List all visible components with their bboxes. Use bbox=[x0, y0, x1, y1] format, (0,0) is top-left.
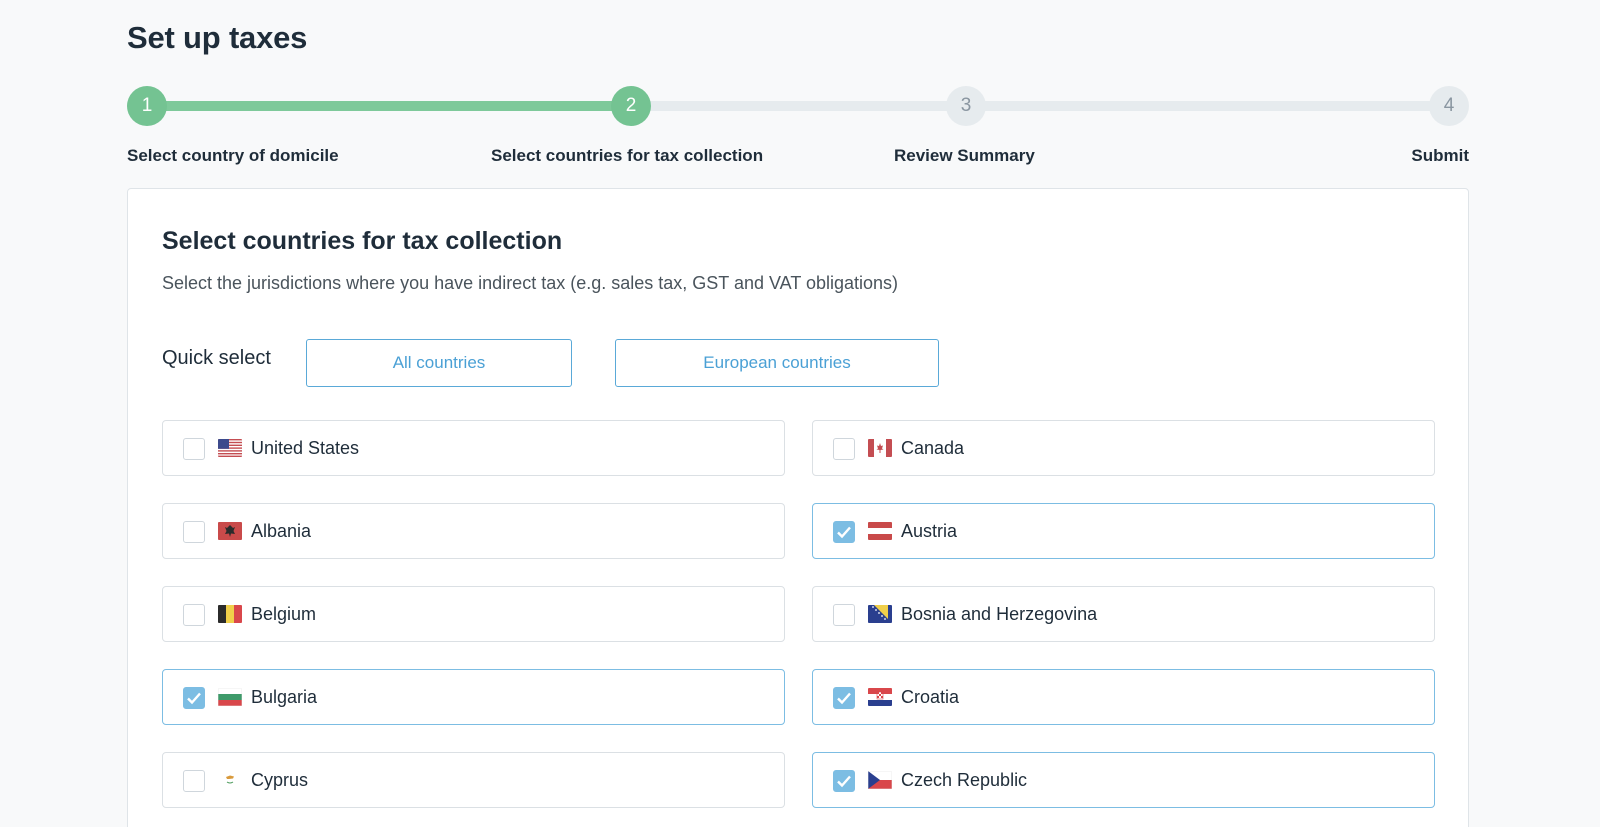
step-1-label: Select country of domicile bbox=[127, 146, 339, 165]
country-checkbox[interactable] bbox=[183, 438, 205, 460]
al-flag-icon bbox=[218, 522, 242, 540]
european-countries-button[interactable]: European countries bbox=[615, 339, 939, 387]
country-name: Albania bbox=[251, 521, 312, 541]
card-title: Select countries for tax collection bbox=[162, 227, 563, 255]
country-checkbox[interactable] bbox=[183, 521, 205, 543]
cz-flag-icon bbox=[868, 771, 892, 789]
step-1-circle[interactable]: 1 bbox=[127, 86, 167, 126]
country-option-albania[interactable]: Albania bbox=[162, 503, 785, 559]
bg-flag-icon bbox=[218, 688, 242, 706]
country-checkbox[interactable] bbox=[833, 604, 855, 626]
step-2-label: Select countries for tax collection bbox=[491, 146, 764, 165]
country-option-canada[interactable]: Canada bbox=[812, 420, 1435, 476]
country-name: Croatia bbox=[901, 687, 960, 707]
step-4-circle: 4 bbox=[1429, 86, 1469, 126]
country-option-austria[interactable]: Austria bbox=[812, 503, 1435, 559]
country-option-united-states[interactable]: United States bbox=[162, 420, 785, 476]
country-name: Belgium bbox=[251, 604, 317, 624]
country-checkbox[interactable] bbox=[183, 770, 205, 792]
be-flag-icon bbox=[218, 605, 242, 623]
all-countries-button[interactable]: All countries bbox=[306, 339, 572, 387]
ca-flag-icon bbox=[868, 439, 892, 457]
ba-flag-icon bbox=[868, 605, 892, 623]
country-name: Cyprus bbox=[251, 770, 309, 790]
country-checkbox[interactable] bbox=[833, 521, 855, 543]
country-name: Bulgaria bbox=[251, 687, 318, 707]
at-flag-icon bbox=[868, 522, 892, 540]
tax-collection-card: Select countries for tax collection Sele… bbox=[127, 188, 1469, 827]
country-option-cyprus[interactable]: Cyprus bbox=[162, 752, 785, 808]
tax-setup-page: Set up taxes 1 2 3 4 Select country of d… bbox=[0, 0, 1600, 827]
card-subtitle: Select the jurisdictions where you have … bbox=[162, 273, 899, 293]
hr-flag-icon bbox=[868, 688, 892, 706]
cy-flag-icon bbox=[218, 771, 242, 789]
country-checkbox[interactable] bbox=[833, 438, 855, 460]
step-2-circle[interactable]: 2 bbox=[611, 86, 651, 126]
us-flag-icon bbox=[218, 439, 242, 457]
country-name: Austria bbox=[901, 521, 958, 541]
country-name: Czech Republic bbox=[901, 770, 1028, 790]
country-name: Canada bbox=[901, 438, 965, 458]
country-option-croatia[interactable]: Croatia bbox=[812, 669, 1435, 725]
step-3-label: Review Summary bbox=[894, 146, 1035, 165]
country-checkbox[interactable] bbox=[833, 687, 855, 709]
country-option-belgium[interactable]: Belgium bbox=[162, 586, 785, 642]
progress-stepper: 1 2 3 4 Select country of domicile Selec… bbox=[127, 86, 1469, 166]
step-3-circle: 3 bbox=[946, 86, 986, 126]
country-checkbox[interactable] bbox=[183, 687, 205, 709]
page-title: Set up taxes bbox=[127, 20, 308, 55]
quick-select-label: Quick select bbox=[162, 347, 271, 369]
country-option-czech-republic[interactable]: Czech Republic bbox=[812, 752, 1435, 808]
country-option-bulgaria[interactable]: Bulgaria bbox=[162, 669, 785, 725]
country-name: United States bbox=[251, 438, 360, 458]
stepper-track-progress bbox=[147, 101, 633, 111]
country-option-bosnia-and-herzegovina[interactable]: Bosnia and Herzegovina bbox=[812, 586, 1435, 642]
step-4-label: Submit bbox=[1411, 146, 1469, 165]
country-checkbox[interactable] bbox=[833, 770, 855, 792]
country-name: Bosnia and Herzegovina bbox=[901, 604, 1098, 624]
country-checkbox[interactable] bbox=[183, 604, 205, 626]
